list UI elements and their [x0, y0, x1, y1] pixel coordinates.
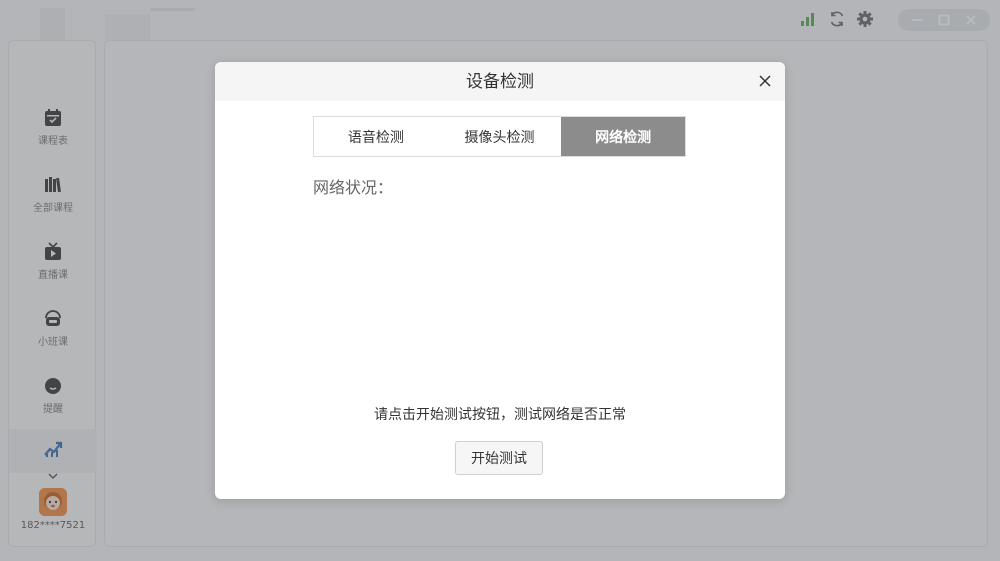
- device-check-dialog: 设备检测 语音检测 摄像头检测 网络检测 网络状况： 请点击开始测试按钮，测试网…: [215, 62, 785, 499]
- dialog-title: 设备检测: [466, 72, 534, 92]
- device-check-tabs: 语音检测 摄像头检测 网络检测: [313, 116, 686, 157]
- start-test-button[interactable]: 开始测试: [455, 441, 543, 475]
- tab-voice-check[interactable]: 语音检测: [314, 117, 438, 156]
- tab-network-check[interactable]: 网络检测: [561, 117, 686, 156]
- test-hint-text: 请点击开始测试按钮，测试网络是否正常: [374, 407, 626, 423]
- close-icon[interactable]: [757, 73, 773, 89]
- network-status-label: 网络状况：: [313, 178, 394, 197]
- tab-camera-check[interactable]: 摄像头检测: [438, 117, 562, 156]
- app-window: 课程表 全部课程 直播课 小班课 提醒 182****7521 设备检测 语音检…: [0, 0, 1000, 561]
